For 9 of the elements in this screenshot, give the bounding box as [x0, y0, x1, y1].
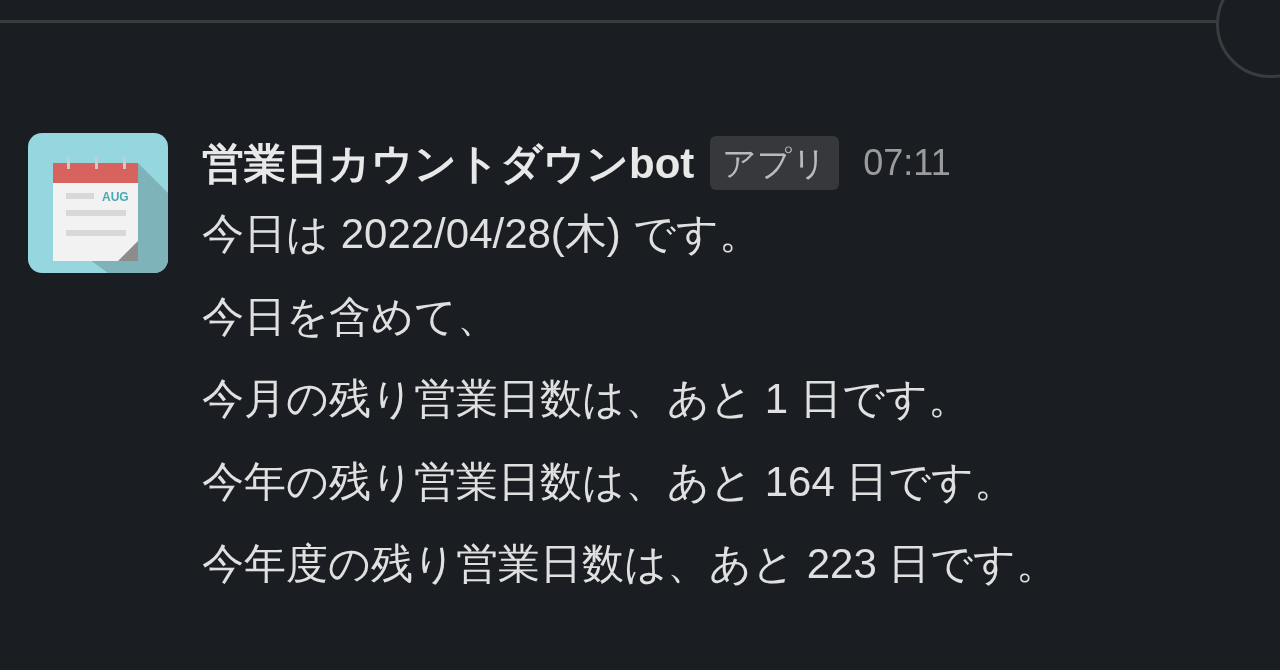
message-line: 今年度の残り営業日数は、あと 223 日です。 — [202, 539, 1059, 589]
timestamp[interactable]: 07:11 — [863, 136, 951, 190]
message-line: 今日は 2022/04/28(木) です。 — [202, 209, 762, 259]
month-label: AUG — [102, 191, 129, 203]
message-line: 今日を含めて、 — [202, 291, 500, 342]
message-line: 今年の残り営業日数は、あと 164 日です。 — [202, 456, 1018, 507]
app-badge: アプリ — [710, 136, 840, 190]
message-line: 今月の残り営業日数は、あと 1 日です。 — [202, 374, 971, 424]
sender-name[interactable]: 営業日カウントダウンbot — [202, 131, 695, 195]
